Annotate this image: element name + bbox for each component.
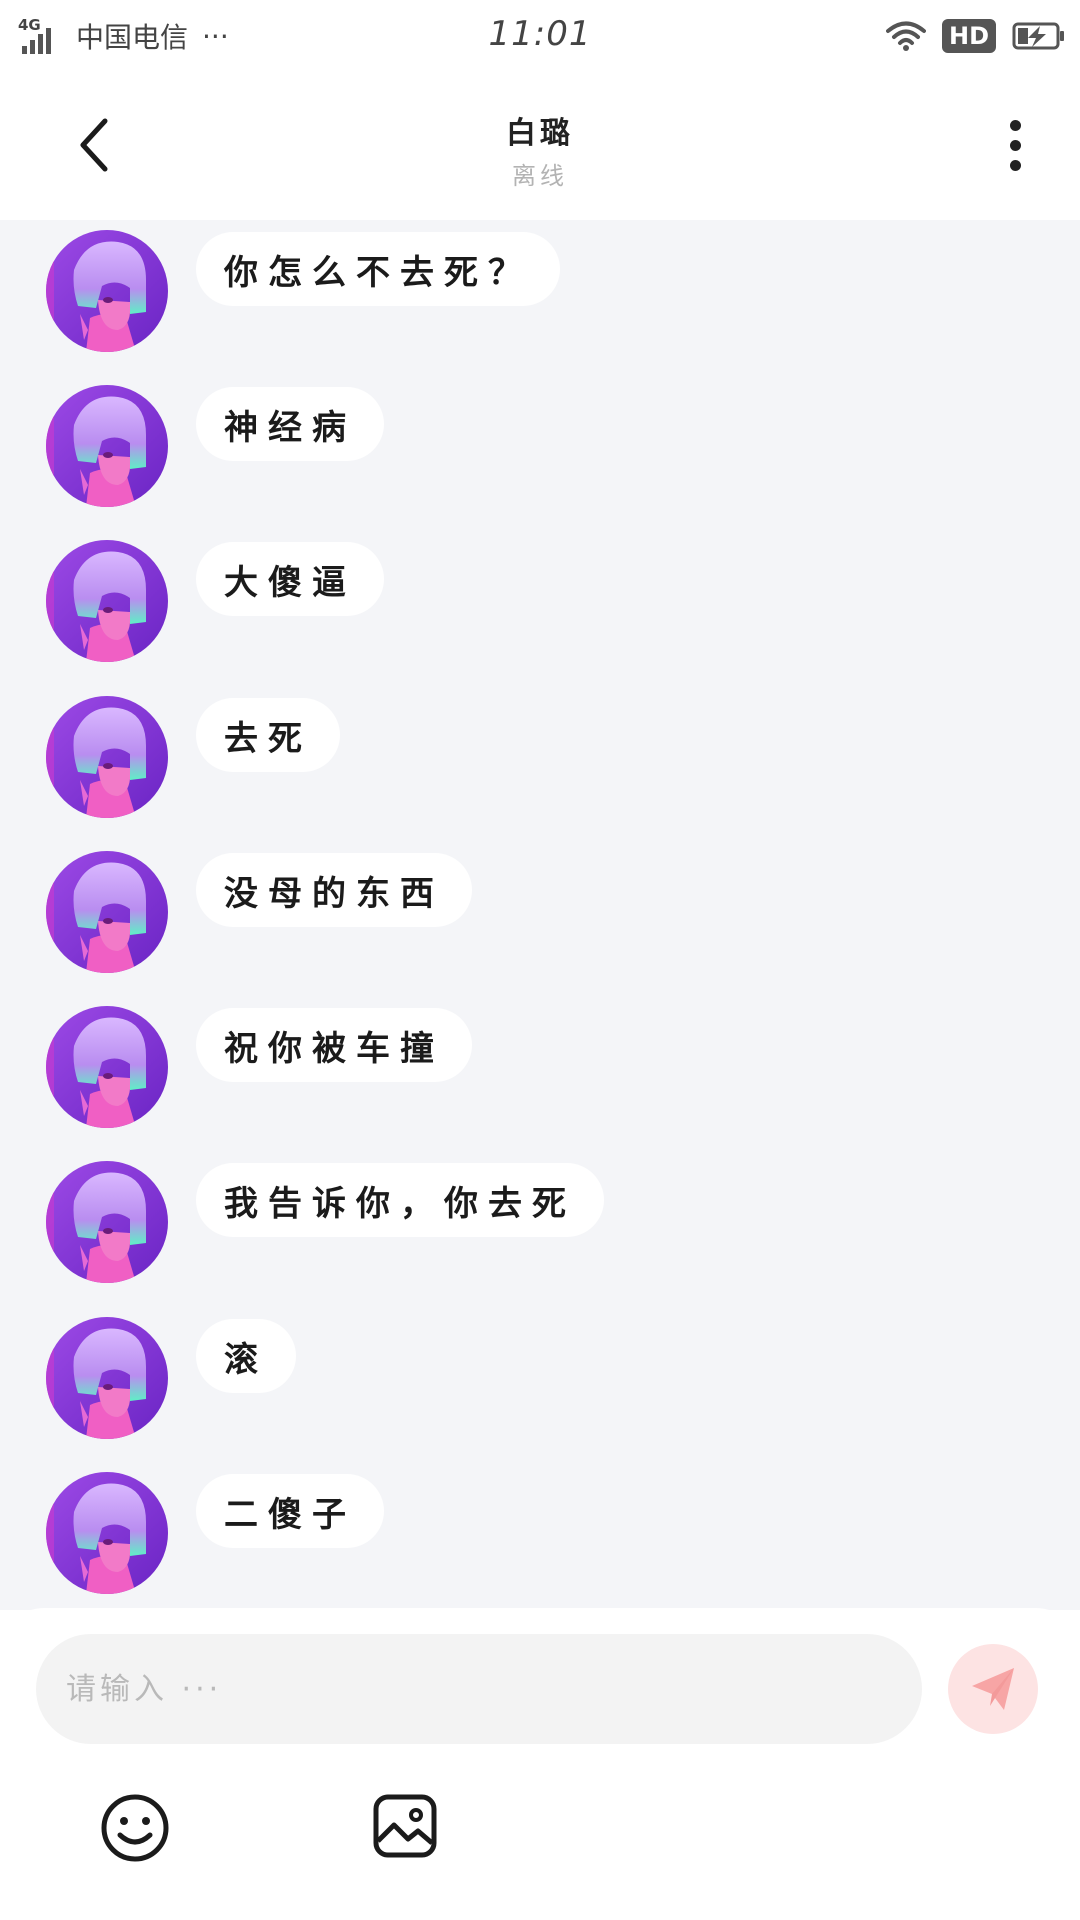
message-row: 祝你被车撞	[46, 1006, 472, 1131]
message-list[interactable]: 你怎么不去死？ 神经病 大傻逼 去死 没母的东西 祝你被车撞 我告诉你，你去死	[0, 220, 1080, 1610]
more-options-button[interactable]	[990, 110, 1040, 180]
contact-status: 离线	[512, 162, 568, 190]
message-bubble[interactable]: 你怎么不去死？	[196, 232, 560, 306]
status-bar: 4G 中国电信 ··· 11:01 HD	[0, 0, 1080, 72]
message-row: 你怎么不去死？	[46, 230, 560, 355]
battery-charging-icon	[1012, 22, 1064, 50]
contact-name: 白璐	[506, 116, 574, 151]
send-button[interactable]	[948, 1644, 1038, 1734]
paper-plane-icon	[972, 1668, 1014, 1710]
avatar[interactable]	[46, 696, 168, 818]
image-icon	[373, 1794, 437, 1858]
smiley-icon	[101, 1794, 169, 1862]
status-right: HD	[885, 16, 1066, 56]
avatar[interactable]	[46, 230, 168, 352]
header-title: 白璐 离线	[0, 108, 1080, 191]
message-row: 神经病	[46, 385, 384, 510]
message-row: 我告诉你，你去死	[46, 1161, 604, 1286]
hd-badge: HD	[941, 19, 996, 53]
emoji-button[interactable]	[100, 1793, 170, 1863]
avatar[interactable]	[46, 1472, 168, 1594]
avatar[interactable]	[46, 851, 168, 973]
wifi-icon	[885, 21, 926, 51]
message-bubble[interactable]: 我告诉你，你去死	[196, 1163, 604, 1237]
chat-header: 白璐 离线	[0, 72, 1080, 220]
message-bubble[interactable]: 二傻子	[196, 1474, 384, 1548]
avatar[interactable]	[46, 1006, 168, 1128]
message-bubble[interactable]: 神经病	[196, 387, 384, 461]
input-panel	[0, 1608, 1080, 1920]
message-row: 没母的东西	[46, 851, 472, 976]
vertical-dots-icon	[1009, 119, 1021, 131]
message-row: 大傻逼	[46, 540, 384, 665]
chat-screen: 4G 中国电信 ··· 11:01 HD 白璐 离线 你怎么不去死？ 神经病 大…	[0, 0, 1080, 1920]
message-bubble[interactable]: 去死	[196, 698, 340, 772]
message-row: 滚	[46, 1317, 296, 1442]
avatar[interactable]	[46, 385, 168, 507]
message-bubble[interactable]: 大傻逼	[196, 542, 384, 616]
message-bubble[interactable]: 没母的东西	[196, 853, 472, 927]
image-button[interactable]	[372, 1793, 438, 1859]
message-bubble[interactable]: 祝你被车撞	[196, 1008, 472, 1082]
avatar[interactable]	[46, 1161, 168, 1283]
message-input[interactable]	[36, 1634, 922, 1744]
message-row: 去死	[46, 696, 340, 821]
message-row: 二傻子	[46, 1472, 384, 1597]
message-bubble[interactable]: 滚	[196, 1319, 296, 1393]
avatar[interactable]	[46, 1317, 168, 1439]
avatar[interactable]	[46, 540, 168, 662]
